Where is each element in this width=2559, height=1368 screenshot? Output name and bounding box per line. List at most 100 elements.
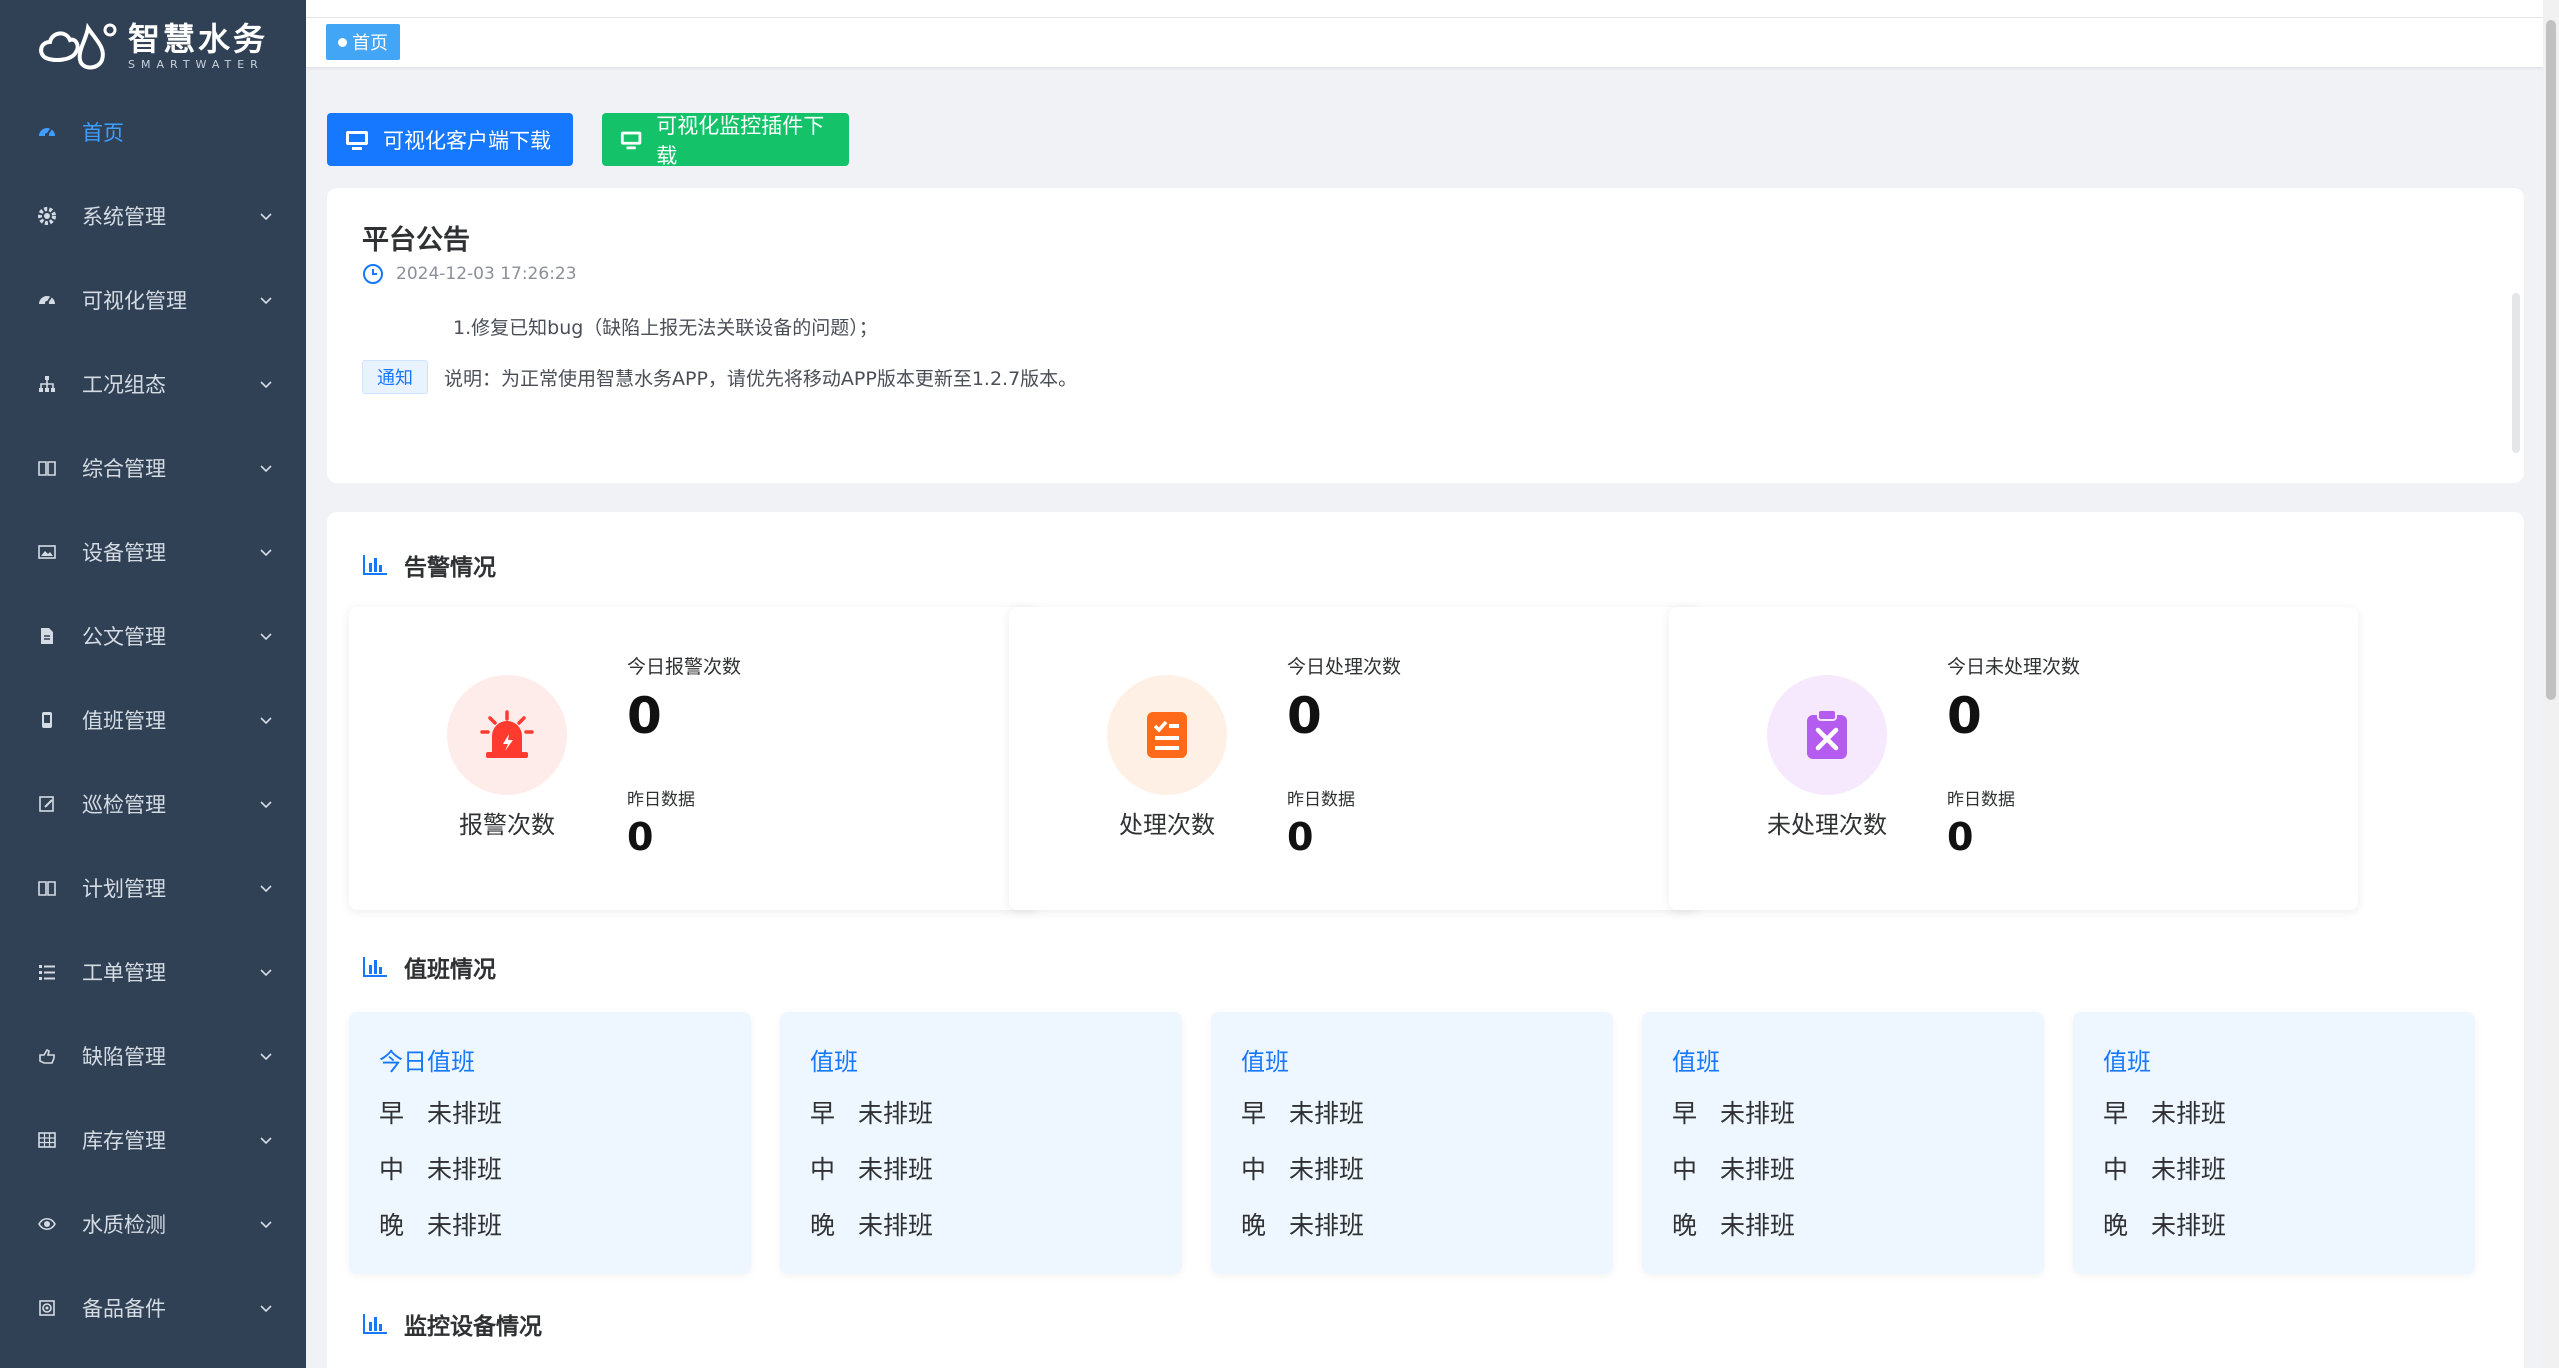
table-icon bbox=[36, 1129, 58, 1151]
duty-card-4: 值班早未排班中未排班晚未排班 bbox=[2073, 1012, 2475, 1274]
yesterday-value: 0 bbox=[1287, 815, 1314, 859]
duty-status: 未排班 bbox=[1289, 1099, 1365, 1128]
siren-icon bbox=[447, 675, 567, 795]
today-count-value: 0 bbox=[1947, 687, 1982, 745]
sidebar-item-10[interactable]: 工单管理 bbox=[0, 930, 306, 1014]
monitor-section-title: 监控设备情况 bbox=[404, 1314, 542, 1340]
alarm-card-label: 处理次数 bbox=[1119, 811, 1215, 839]
chevron-down-icon bbox=[260, 1137, 272, 1145]
announcement-row-2: 通知 说明：为正常使用智慧水务APP，请优先将移动APP版本更新至1.2.7版本… bbox=[362, 360, 1077, 394]
sidebar-item-label: 巡检管理 bbox=[82, 793, 166, 817]
duty-card-title: 值班 bbox=[2103, 1048, 2151, 1076]
alarm-section-title: 告警情况 bbox=[404, 555, 496, 581]
duty-status: 未排班 bbox=[858, 1099, 934, 1128]
yesterday-value: 0 bbox=[627, 815, 654, 859]
sidebar-item-12[interactable]: 库存管理 bbox=[0, 1098, 306, 1182]
chevron-down-icon bbox=[260, 801, 272, 809]
announcement-time-text: 2024-12-03 17:26:23 bbox=[396, 264, 577, 284]
clock-icon bbox=[363, 264, 383, 284]
duty-shift: 中 bbox=[1672, 1155, 1698, 1184]
bar-chart-icon bbox=[363, 957, 387, 977]
sidebar-item-2[interactable]: 可视化管理 bbox=[0, 258, 306, 342]
duty-row: 晚未排班 bbox=[2103, 1206, 2226, 1242]
document-icon bbox=[36, 625, 58, 647]
plugin-download-button[interactable]: 可视化监控插件下载 bbox=[602, 113, 849, 168]
duty-row: 中未排班 bbox=[2103, 1150, 2226, 1186]
chevron-down-icon bbox=[260, 717, 272, 725]
task-list-icon bbox=[1107, 675, 1227, 795]
chevron-down-icon bbox=[260, 381, 272, 389]
sidebar-item-13[interactable]: 水质检测 bbox=[0, 1182, 306, 1266]
brand-logo[interactable]: 智慧水务 SMARTWATER bbox=[36, 16, 286, 76]
monitor-section-header: 监控设备情况 bbox=[362, 1307, 542, 1341]
duty-shift: 早 bbox=[379, 1099, 405, 1128]
duty-row: 早未排班 bbox=[810, 1094, 933, 1130]
sidebar-item-7[interactable]: 值班管理 bbox=[0, 678, 306, 762]
yesterday-label: 昨日数据 bbox=[1287, 790, 1355, 810]
hand-icon bbox=[36, 1045, 58, 1067]
dashboard-panel: 告警情况 报警次数 今日报警次数 0 昨日数据 0 处理次数 今日处理次数 0 昨日数据 0 未处理… bbox=[327, 512, 2524, 1368]
book-icon bbox=[36, 877, 58, 899]
book-icon bbox=[36, 457, 58, 479]
duty-card-0: 今日值班早未排班中未排班晚未排班 bbox=[349, 1012, 751, 1274]
duty-status: 未排班 bbox=[1289, 1155, 1365, 1184]
duty-row: 晚未排班 bbox=[379, 1206, 502, 1242]
duty-status: 未排班 bbox=[2151, 1211, 2227, 1240]
duty-shift: 中 bbox=[2103, 1155, 2129, 1184]
dashboard-icon bbox=[36, 121, 58, 143]
duty-row: 晚未排班 bbox=[810, 1206, 933, 1242]
sidebar-item-9[interactable]: 计划管理 bbox=[0, 846, 306, 930]
duty-row: 中未排班 bbox=[810, 1150, 933, 1186]
sidebar-item-4[interactable]: 综合管理 bbox=[0, 426, 306, 510]
sidebar-item-label: 水质检测 bbox=[82, 1213, 166, 1237]
chevron-down-icon bbox=[260, 633, 272, 641]
duty-section-title: 值班情况 bbox=[404, 957, 496, 983]
duty-shift: 晚 bbox=[379, 1211, 405, 1240]
duty-shift: 中 bbox=[1241, 1155, 1267, 1184]
duty-row: 早未排班 bbox=[1672, 1094, 1795, 1130]
today-count-label: 今日处理次数 bbox=[1287, 656, 1402, 678]
active-dot-icon bbox=[338, 37, 347, 47]
sidebar-item-6[interactable]: 公文管理 bbox=[0, 594, 306, 678]
sidebar-item-11[interactable]: 缺陷管理 bbox=[0, 1014, 306, 1098]
client-download-label: 可视化客户端下载 bbox=[383, 128, 551, 153]
announcement-line-2: 说明：为正常使用智慧水务APP，请优先将移动APP版本更新至1.2.7版本。 bbox=[444, 367, 1078, 390]
brand-title: 智慧水务 bbox=[128, 20, 269, 58]
chevron-down-icon bbox=[260, 465, 272, 473]
dashboard-icon bbox=[36, 289, 58, 311]
sidebar-item-0[interactable]: 首页 bbox=[0, 90, 306, 174]
announcement-scrollbar[interactable] bbox=[2512, 293, 2520, 453]
sidebar-item-label: 设备管理 bbox=[82, 541, 166, 565]
sidebar-item-1[interactable]: 系统管理 bbox=[0, 174, 306, 258]
tags-view: 首页 bbox=[306, 18, 2543, 68]
sidebar-item-8[interactable]: 巡检管理 bbox=[0, 762, 306, 846]
sidebar-item-14[interactable]: 备品备件 bbox=[0, 1266, 306, 1350]
client-download-button[interactable]: 可视化客户端下载 bbox=[327, 113, 573, 166]
tag-home[interactable]: 首页 bbox=[326, 24, 400, 60]
duty-card-2: 值班早未排班中未排班晚未排班 bbox=[1211, 1012, 1613, 1274]
sidebar-item-label: 备品备件 bbox=[82, 1297, 166, 1321]
duty-status: 未排班 bbox=[2151, 1155, 2227, 1184]
chevron-down-icon bbox=[260, 297, 272, 305]
sidebar-item-3[interactable]: 工况组态 bbox=[0, 342, 306, 426]
sidebar-item-label: 计划管理 bbox=[82, 877, 166, 901]
duty-status: 未排班 bbox=[2151, 1099, 2227, 1128]
plugin-download-label: 可视化监控插件下载 bbox=[656, 113, 825, 168]
yesterday-label: 昨日数据 bbox=[627, 790, 695, 810]
phone-icon bbox=[36, 709, 58, 731]
sidebar-item-5[interactable]: 设备管理 bbox=[0, 510, 306, 594]
today-count-label: 今日未处理次数 bbox=[1947, 656, 2081, 678]
sidebar-item-label: 公文管理 bbox=[82, 625, 166, 649]
announcement-card: 平台公告 2024-12-03 17:26:23 1.修复已知bug（缺陷上报无… bbox=[327, 188, 2524, 483]
list-icon bbox=[36, 961, 58, 983]
sidebar-item-label: 缺陷管理 bbox=[82, 1045, 166, 1069]
today-count-value: 0 bbox=[1287, 687, 1322, 745]
clipboard-x-icon bbox=[1767, 675, 1887, 795]
duty-shift: 早 bbox=[810, 1099, 836, 1128]
page-scrollbar-thumb[interactable] bbox=[2546, 20, 2556, 700]
sidebar-item-label: 值班管理 bbox=[82, 709, 166, 733]
duty-shift: 早 bbox=[2103, 1099, 2129, 1128]
announcement-time: 2024-12-03 17:26:23 bbox=[362, 263, 577, 285]
duty-shift: 晚 bbox=[1672, 1211, 1698, 1240]
duty-row: 早未排班 bbox=[2103, 1094, 2226, 1130]
